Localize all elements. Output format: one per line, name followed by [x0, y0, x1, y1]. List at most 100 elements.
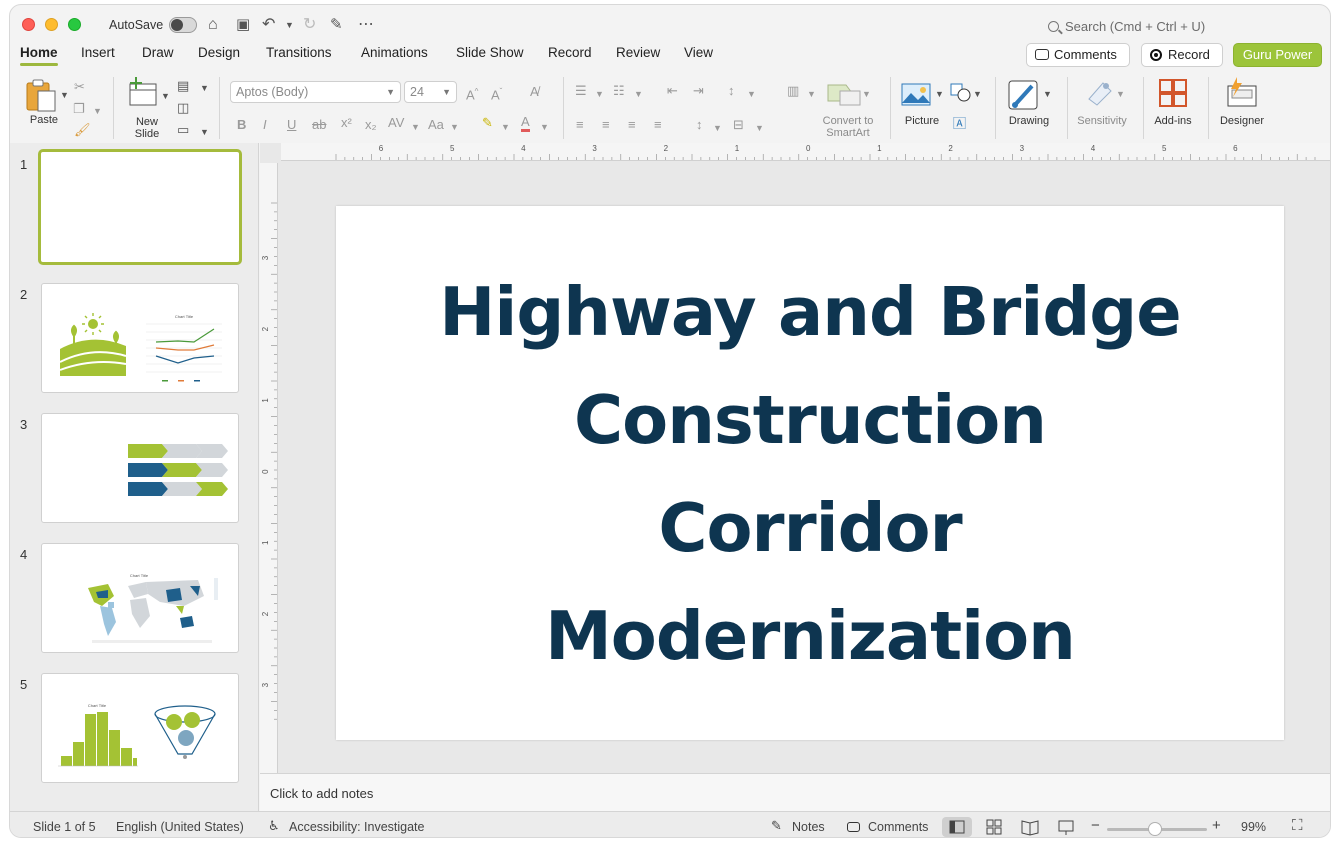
accessibility-icon[interactable]: ♿	[268, 818, 280, 834]
increase-indent-icon[interactable]: ⇥	[693, 83, 704, 99]
superscript-icon[interactable]: x²	[341, 115, 352, 131]
decrease-indent-icon[interactable]: ⇤	[667, 83, 678, 99]
bullets-dropdown-icon[interactable]: ▼	[595, 86, 604, 102]
copy-dropdown-icon[interactable]: ▼	[93, 103, 102, 119]
drawing-icon[interactable]	[1008, 78, 1042, 110]
tab-animations[interactable]: Animations	[361, 45, 428, 60]
smartart-icon[interactable]	[826, 81, 862, 107]
highlight-icon[interactable]: ✎	[482, 115, 493, 131]
tab-slide-show[interactable]: Slide Show	[456, 45, 524, 60]
sensitivity-icon[interactable]	[1085, 77, 1117, 109]
numbering-dropdown-icon[interactable]: ▼	[634, 86, 643, 102]
zoom-out-button[interactable]: −	[1091, 817, 1100, 834]
picture-icon[interactable]	[901, 81, 931, 107]
sensitivity-dropdown-icon[interactable]: ▼	[1116, 86, 1125, 102]
highlight-dropdown-icon[interactable]: ▼	[501, 119, 510, 135]
slide-thumbnail-3[interactable]	[41, 413, 239, 523]
tab-home[interactable]: Home	[20, 45, 58, 66]
subscript-icon[interactable]: x₂	[365, 117, 377, 133]
text-direction-icon[interactable]: ↕	[696, 117, 703, 133]
underline-icon[interactable]: U	[287, 117, 296, 133]
italic-icon[interactable]: I	[263, 117, 267, 133]
slide-sorter-button[interactable]	[979, 817, 1009, 837]
drawing-dropdown-icon[interactable]: ▼	[1043, 86, 1052, 102]
picture-dropdown-icon[interactable]: ▼	[935, 86, 944, 102]
align-center-icon[interactable]: ≡	[602, 117, 610, 133]
accessibility-status[interactable]: Accessibility: Investigate	[289, 820, 424, 834]
slide-thumbnail-4[interactable]: Chart Title	[41, 543, 239, 653]
change-case-icon[interactable]: Aa	[428, 117, 444, 133]
font-name-select[interactable]: Aptos (Body) ▼	[230, 81, 401, 103]
increase-font-icon[interactable]: A^	[466, 84, 478, 103]
tab-draw[interactable]: Draw	[142, 45, 174, 60]
format-painter-icon[interactable]: 🖌	[74, 122, 91, 138]
tab-review[interactable]: Review	[616, 45, 660, 60]
character-spacing-icon[interactable]: AV	[388, 115, 404, 131]
layout-icon[interactable]: ▤	[177, 78, 189, 94]
section-icon[interactable]: ▭	[177, 122, 189, 138]
undo-icon[interactable]: ↶	[262, 15, 275, 35]
zoom-in-button[interactable]: +	[1212, 817, 1221, 834]
paste-icon[interactable]	[24, 78, 60, 114]
fit-to-window-icon[interactable]: ⛶	[1292, 817, 1303, 834]
line-spacing-icon[interactable]: ↕	[728, 83, 735, 99]
line-spacing-dropdown-icon[interactable]: ▼	[747, 86, 756, 102]
slide-thumbnail-5[interactable]: Chart Title	[41, 673, 239, 783]
new-slide-dropdown-icon[interactable]: ▼	[161, 88, 170, 104]
font-size-select[interactable]: 24 ▼	[404, 81, 457, 103]
record-button[interactable]: Record	[1141, 43, 1223, 67]
addins-icon[interactable]	[1158, 78, 1188, 108]
decrease-font-icon[interactable]: Aˇ	[491, 84, 502, 103]
slide-show-button[interactable]	[1051, 817, 1081, 837]
align-left-icon[interactable]: ≡	[576, 117, 584, 133]
tab-design[interactable]: Design	[198, 45, 240, 60]
smartart-dropdown-icon[interactable]: ▼	[862, 86, 871, 102]
close-window-button[interactable]	[22, 18, 35, 31]
home-icon[interactable]: ⌂	[208, 15, 218, 35]
paste-dropdown-icon[interactable]: ▼	[60, 87, 69, 103]
char-spacing-dropdown-icon[interactable]: ▼	[411, 119, 420, 135]
notes-pane[interactable]: Click to add notes	[260, 773, 1330, 811]
layout-dropdown-icon[interactable]: ▼	[200, 80, 209, 96]
cut-icon[interactable]: ✂	[74, 79, 85, 95]
bullets-icon[interactable]: ☰	[575, 83, 587, 99]
language-status[interactable]: English (United States)	[116, 820, 244, 834]
slide-title[interactable]: Highway and Bridge Construction Corridor…	[396, 258, 1224, 690]
notes-toggle[interactable]: Notes	[792, 820, 825, 834]
slide-thumbnail-1[interactable]	[38, 149, 242, 265]
undo-dropdown-icon[interactable]: ▼	[285, 15, 294, 35]
tab-insert[interactable]: Insert	[81, 45, 115, 60]
slide-thumbnail-2[interactable]: Chart Title	[41, 283, 239, 393]
numbering-icon[interactable]: ☷	[613, 83, 625, 99]
section-dropdown-icon[interactable]: ▼	[200, 124, 209, 140]
redo-icon[interactable]: ↻	[303, 15, 316, 35]
save-icon[interactable]: ▣	[236, 15, 250, 35]
columns-icon[interactable]: ▥	[787, 83, 799, 99]
align-text-dropdown-icon[interactable]: ▼	[755, 120, 764, 136]
text-box-icon[interactable]: 🄰	[953, 116, 966, 132]
minimize-window-button[interactable]	[45, 18, 58, 31]
designer-icon[interactable]	[1225, 77, 1259, 109]
tab-record[interactable]: Record	[548, 45, 592, 60]
zoom-window-button[interactable]	[68, 18, 81, 31]
align-text-icon[interactable]: ⊟	[733, 117, 744, 133]
current-slide[interactable]: Highway and Bridge Construction Corridor…	[336, 206, 1284, 740]
change-case-dropdown-icon[interactable]: ▼	[450, 119, 459, 135]
autosave-toggle[interactable]	[169, 17, 197, 33]
font-color-dropdown-icon[interactable]: ▼	[540, 119, 549, 135]
font-color-icon[interactable]: A	[521, 115, 530, 132]
zoom-level[interactable]: 99%	[1241, 820, 1266, 834]
new-slide-icon[interactable]	[127, 77, 159, 109]
comments-status-icon[interactable]	[847, 820, 865, 834]
text-direction-dropdown-icon[interactable]: ▼	[713, 120, 722, 136]
reset-icon[interactable]: ◫	[177, 100, 189, 116]
columns-dropdown-icon[interactable]: ▼	[807, 86, 816, 102]
shapes-icon[interactable]	[950, 83, 972, 103]
tab-transitions[interactable]: Transitions	[266, 45, 332, 60]
justify-icon[interactable]: ≡	[654, 117, 662, 133]
clear-formatting-icon[interactable]: A̸	[530, 84, 539, 100]
bold-icon[interactable]: B	[237, 117, 246, 133]
normal-view-button[interactable]	[942, 817, 972, 837]
edit-doc-icon[interactable]: ✎	[330, 15, 343, 35]
notes-icon[interactable]: ✎	[771, 818, 782, 834]
